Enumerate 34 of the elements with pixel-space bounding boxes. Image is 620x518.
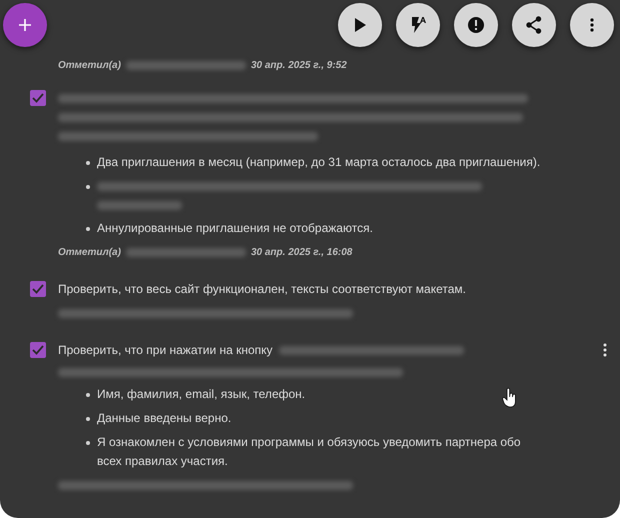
item-text: Имя, фамилия, email, язык, телефон.	[97, 386, 306, 403]
checkbox[interactable]	[30, 281, 46, 297]
share-button[interactable]	[512, 3, 556, 47]
checked-by-label: Отметил(а)	[58, 246, 121, 258]
auto-flash-button[interactable]	[396, 3, 440, 47]
more-icon	[590, 18, 594, 32]
alert-button[interactable]	[454, 3, 498, 47]
add-button[interactable]	[3, 3, 47, 47]
bullet-icon	[86, 227, 90, 231]
checked-date: 30 апр. 2025 г., 9:52	[250, 60, 347, 70]
bullet-icon	[86, 441, 90, 445]
more-icon	[603, 343, 607, 357]
item-text: Аннулированные приглашения не отображаются.	[97, 220, 373, 237]
item-text: Проверить, что весь сайт функционален, тексты соответствуют макетам.	[58, 281, 466, 298]
bullet-icon	[86, 161, 90, 165]
play-icon	[354, 18, 366, 32]
bullet-icon	[86, 393, 90, 397]
checkbox[interactable]	[30, 90, 46, 106]
checked-by-label: Отметил(а)	[58, 60, 121, 70]
bullet-icon	[86, 417, 90, 421]
alert-icon	[467, 16, 485, 34]
item-text: Проверить, что при нажатии на кнопку	[58, 342, 273, 359]
more-button[interactable]	[570, 3, 614, 47]
auto-flash-icon	[409, 16, 427, 34]
share-icon	[526, 16, 542, 34]
checkbox[interactable]	[30, 342, 46, 358]
hand-cursor-icon	[502, 388, 518, 408]
play-button[interactable]	[338, 3, 382, 47]
item-text: Два приглашения в месяц (например, до 31 марта осталось два приглашения).	[97, 154, 540, 171]
item-text: Я ознакомлен с условиями программы и обязуюсь уведомить партнера обо всех правилах участия.	[97, 434, 522, 470]
item-text: Данные введены верно.	[97, 410, 232, 427]
checked-date: 30 апр. 2025 г., 16:08	[250, 246, 352, 258]
add-icon	[19, 19, 31, 31]
bullet-icon	[86, 185, 90, 189]
